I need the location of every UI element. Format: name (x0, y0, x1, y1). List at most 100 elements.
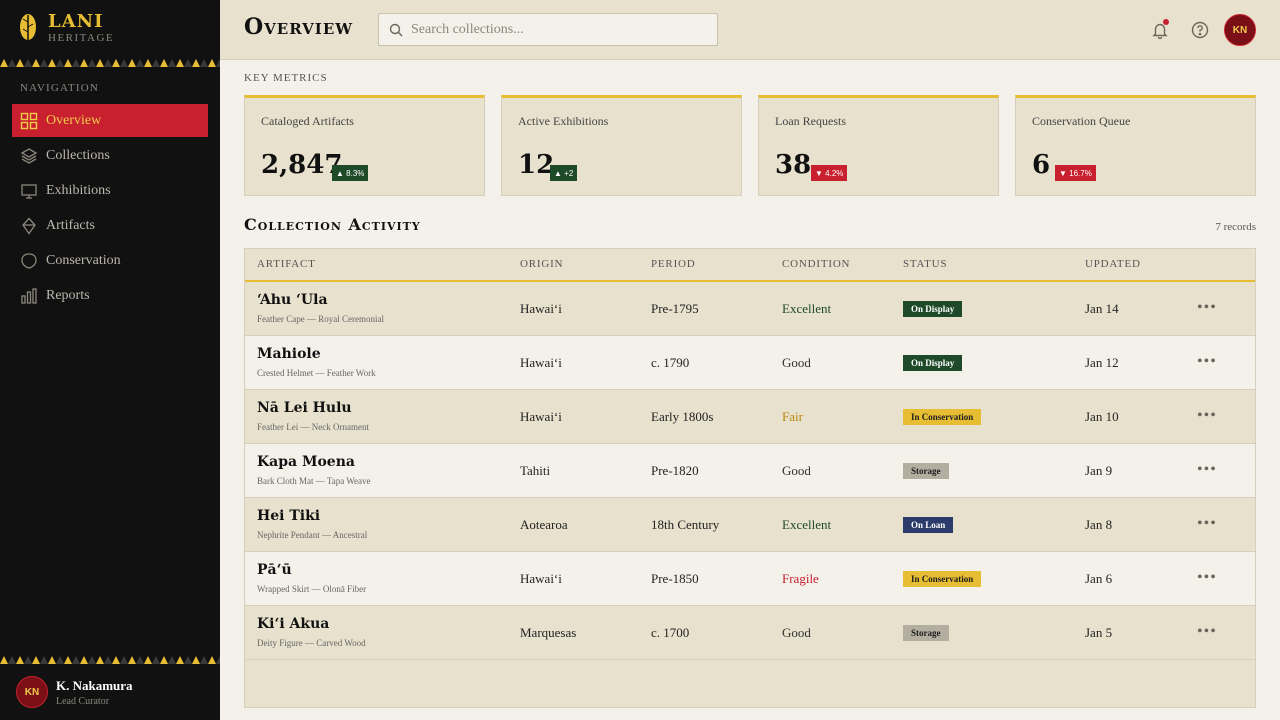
diamond-icon (22, 217, 36, 235)
sidebar-item-label: Conservation (46, 252, 121, 268)
sidebar-item-label: Artifacts (46, 217, 95, 233)
layers-icon (20, 147, 38, 164)
user-name: K. Nakamura (56, 677, 133, 693)
user-role: Lead Curator (56, 695, 110, 707)
period-cell: c. 1700 (651, 625, 690, 640)
avatar: KN (16, 676, 48, 708)
metric-value: 12 (518, 150, 555, 180)
search-box[interactable] (378, 13, 718, 46)
artifact-name: Kiʻi Akua (257, 616, 330, 632)
user-profile[interactable]: KN K. Nakamura Lead Curator (16, 676, 133, 708)
metric-delta-badge: ▼ 16.7% (1055, 165, 1096, 181)
table-row[interactable]: Kapa Moena Bark Cloth Mat — Tapa Weave T… (245, 444, 1255, 498)
status-badge: Storage (903, 625, 949, 641)
more-options-icon[interactable]: ••• (1197, 407, 1217, 425)
status-badge: Storage (903, 463, 949, 479)
notifications-button[interactable] (1148, 18, 1172, 42)
condition-cell: Excellent (782, 301, 832, 316)
period-cell: Pre-1850 (651, 571, 699, 586)
table-row[interactable]: Kiʻi Akua Deity Figure — Carved Wood Mar… (245, 606, 1255, 660)
sidebar-item-overview[interactable]: Overview (12, 104, 208, 137)
updated-cell: Jan 8 (1085, 517, 1113, 532)
top-header: Overview KN (220, 0, 1280, 60)
sidebar: LANI HERITAGE NAVIGATION Overview Collec… (0, 0, 220, 720)
origin-cell: Marquesas (520, 625, 577, 640)
artifact-description: Deity Figure — Carved Wood (257, 638, 366, 648)
column-header-period[interactable]: PERIOD (651, 258, 696, 270)
status-badge: In Conservation (903, 409, 982, 425)
table-row[interactable]: Hei Tiki Nephrite Pendant — Ancestral Ao… (245, 498, 1255, 552)
record-count: 7 records (1215, 221, 1256, 233)
sidebar-item-collections[interactable]: Collections (12, 139, 208, 172)
artifact-name: ʻAhu ʻUla (257, 292, 328, 308)
table-row[interactable]: Pāʻū Wrapped Skirt — Olonā Fiber Hawaiʻi… (245, 552, 1255, 606)
metric-value: 2,847 (261, 150, 343, 180)
sidebar-item-reports[interactable]: Reports (12, 279, 208, 312)
more-options-icon[interactable]: ••• (1197, 569, 1217, 587)
brand-name: LANI (48, 11, 104, 32)
help-icon (1191, 21, 1209, 39)
column-header-status[interactable]: STATUS (903, 258, 947, 270)
shield-icon (21, 252, 37, 269)
brand-subtitle: HERITAGE (48, 32, 115, 44)
artifact-description: Bark Cloth Mat — Tapa Weave (257, 476, 371, 486)
sidebar-item-label: Collections (46, 147, 110, 163)
metric-card-conservation[interactable]: Conservation Queue 6 ▼ 16.7% (1015, 95, 1256, 196)
metric-label: Loan Requests (775, 114, 846, 128)
sidebar-item-conservation[interactable]: Conservation (12, 244, 208, 277)
more-options-icon[interactable]: ••• (1197, 299, 1217, 317)
condition-cell: Fragile (782, 571, 819, 586)
period-cell: Early 1800s (651, 409, 714, 424)
artifact-name: Mahiole (257, 346, 321, 362)
column-header-condition[interactable]: CONDITION (782, 258, 850, 270)
page-title: Overview (244, 14, 354, 40)
sidebar-item-artifacts[interactable]: Artifacts (12, 209, 208, 242)
period-cell: 18th Century (651, 517, 720, 532)
artifact-description: Nephrite Pendant — Ancestral (257, 530, 368, 540)
updated-cell: Jan 10 (1085, 409, 1119, 424)
origin-cell: Hawaiʻi (520, 301, 562, 316)
column-header-updated[interactable]: UPDATED (1085, 258, 1141, 270)
condition-cell: Good (782, 463, 811, 478)
metric-card-artifacts[interactable]: Cataloged Artifacts 2,847 ▲ 8.3% (244, 95, 485, 196)
artifact-description: Feather Lei — Neck Ornament (257, 422, 369, 432)
header-avatar[interactable]: KN (1224, 14, 1256, 46)
metric-card-loans[interactable]: Loan Requests 38 ▼ 4.2% (758, 95, 999, 196)
more-options-icon[interactable]: ••• (1197, 461, 1217, 479)
artifact-description: Feather Cape — Royal Ceremonial (257, 314, 384, 324)
more-options-icon[interactable]: ••• (1197, 623, 1217, 641)
sidebar-item-exhibitions[interactable]: Exhibitions (12, 174, 208, 207)
feather-leaf-icon (20, 14, 36, 42)
updated-cell: Jan 14 (1085, 301, 1119, 316)
nav-heading: NAVIGATION (20, 82, 100, 94)
updated-cell: Jan 12 (1085, 355, 1119, 370)
key-metrics-label: KEY METRICS (244, 72, 328, 84)
table-row[interactable]: Mahiole Crested Helmet — Feather Work Ha… (245, 336, 1255, 390)
status-badge: On Display (903, 355, 963, 371)
sidebar-item-label: Overview (46, 112, 102, 128)
zigzag-divider (0, 656, 220, 664)
help-button[interactable] (1188, 18, 1212, 42)
origin-cell: Hawaiʻi (520, 409, 562, 424)
sidebar-nav: Overview Collections Exhibitions Artifac… (12, 104, 208, 314)
updated-cell: Jan 9 (1085, 463, 1113, 478)
column-header-artifact[interactable]: ARTIFACT (257, 258, 316, 270)
search-input[interactable] (411, 21, 701, 38)
metric-value: 38 (775, 150, 812, 180)
table-row[interactable]: ʻAhu ʻUla Feather Cape — Royal Ceremonia… (245, 282, 1255, 336)
table-row[interactable]: Nā Lei Hulu Feather Lei — Neck Ornament … (245, 390, 1255, 444)
condition-cell: Fair (782, 409, 803, 424)
activity-table: ARTIFACT ORIGIN PERIOD CONDITION STATUS … (244, 248, 1256, 708)
metric-card-exhibitions[interactable]: Active Exhibitions 12 ▲ +2 (501, 95, 742, 196)
origin-cell: Hawaiʻi (520, 355, 562, 370)
monitor-icon (21, 183, 37, 199)
more-options-icon[interactable]: ••• (1197, 515, 1217, 533)
brand[interactable]: LANI HERITAGE (18, 12, 114, 45)
condition-cell: Excellent (782, 517, 832, 532)
column-header-origin[interactable]: ORIGIN (520, 258, 563, 270)
bar-chart-icon (21, 287, 37, 304)
more-options-icon[interactable]: ••• (1197, 353, 1217, 371)
metric-delta-badge: ▲ 8.3% (332, 165, 369, 181)
metric-delta-badge: ▼ 4.2% (811, 165, 848, 181)
artifact-name: Hei Tiki (257, 508, 321, 524)
